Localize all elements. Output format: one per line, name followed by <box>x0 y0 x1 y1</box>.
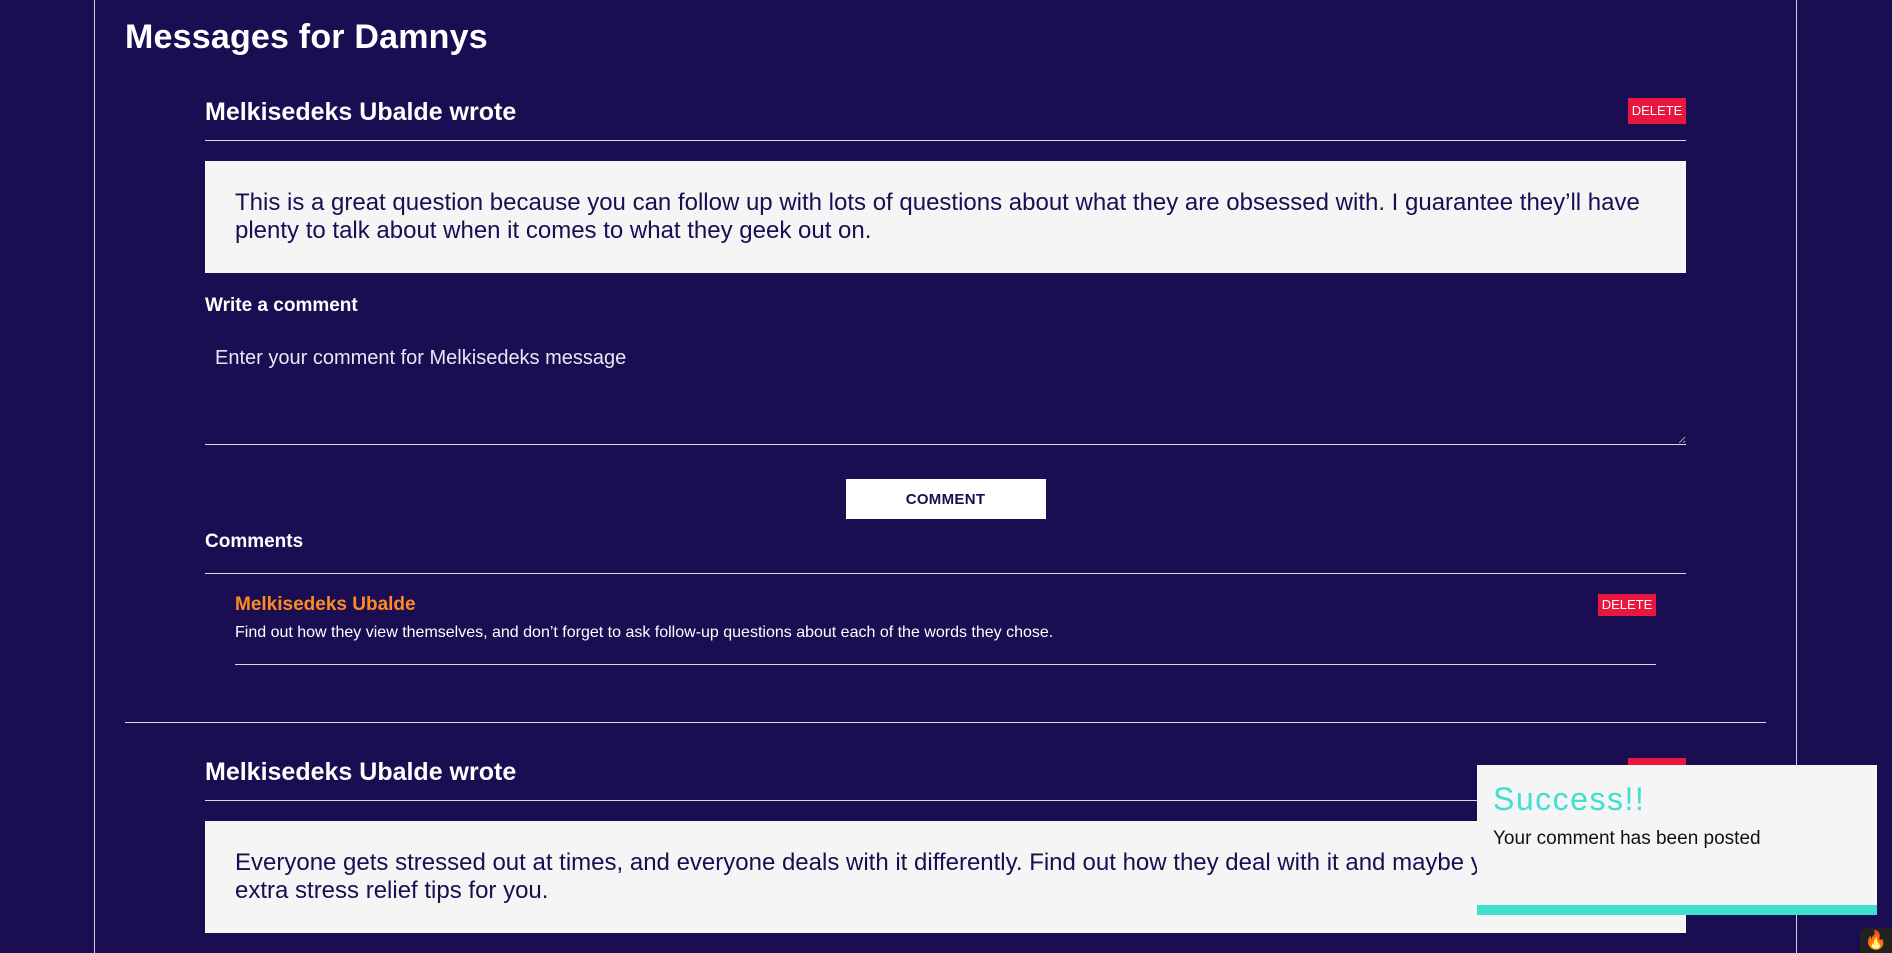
message-author: Melkisedeks Ubalde wrote <box>205 758 517 786</box>
toast-title: Success!! <box>1493 781 1646 817</box>
success-toast: Success!! Your comment has been posted <box>1477 765 1877 915</box>
message-header: Melkisedeks Ubalde wrote DELETE <box>205 98 1686 141</box>
comments-heading: Comments <box>205 531 1686 574</box>
message-card: Melkisedeks Ubalde wrote DELETE This is … <box>205 98 1686 665</box>
flame-icon[interactable]: 🔥 <box>1860 928 1892 953</box>
post-divider <box>125 722 1766 723</box>
message-author: Melkisedeks Ubalde wrote <box>205 98 517 126</box>
delete-message-button[interactable]: DELETE <box>1628 98 1686 124</box>
comment-input[interactable] <box>205 333 1686 445</box>
message-body: Everyone gets stressed out at times, and… <box>205 821 1686 933</box>
comment-item: Melkisedeks Ubalde Find out how they vie… <box>235 574 1656 665</box>
message-body: This is a great question because you can… <box>205 161 1686 273</box>
delete-comment-button[interactable]: DELETE <box>1598 594 1656 616</box>
comment-form-label: Write a comment <box>205 295 358 316</box>
comment-text: Find out how they view themselves, and d… <box>235 624 1054 641</box>
message-card: Melkisedeks Ubalde wrote DELETE Everyone… <box>205 758 1686 933</box>
page-title: Messages for Damnys <box>125 18 488 56</box>
comment-submit-button[interactable]: COMMENT <box>845 479 1046 519</box>
message-header: Melkisedeks Ubalde wrote DELETE <box>205 758 1686 801</box>
comment-author: Melkisedeks Ubalde <box>235 594 416 615</box>
toast-message: Your comment has been posted <box>1493 828 1761 849</box>
